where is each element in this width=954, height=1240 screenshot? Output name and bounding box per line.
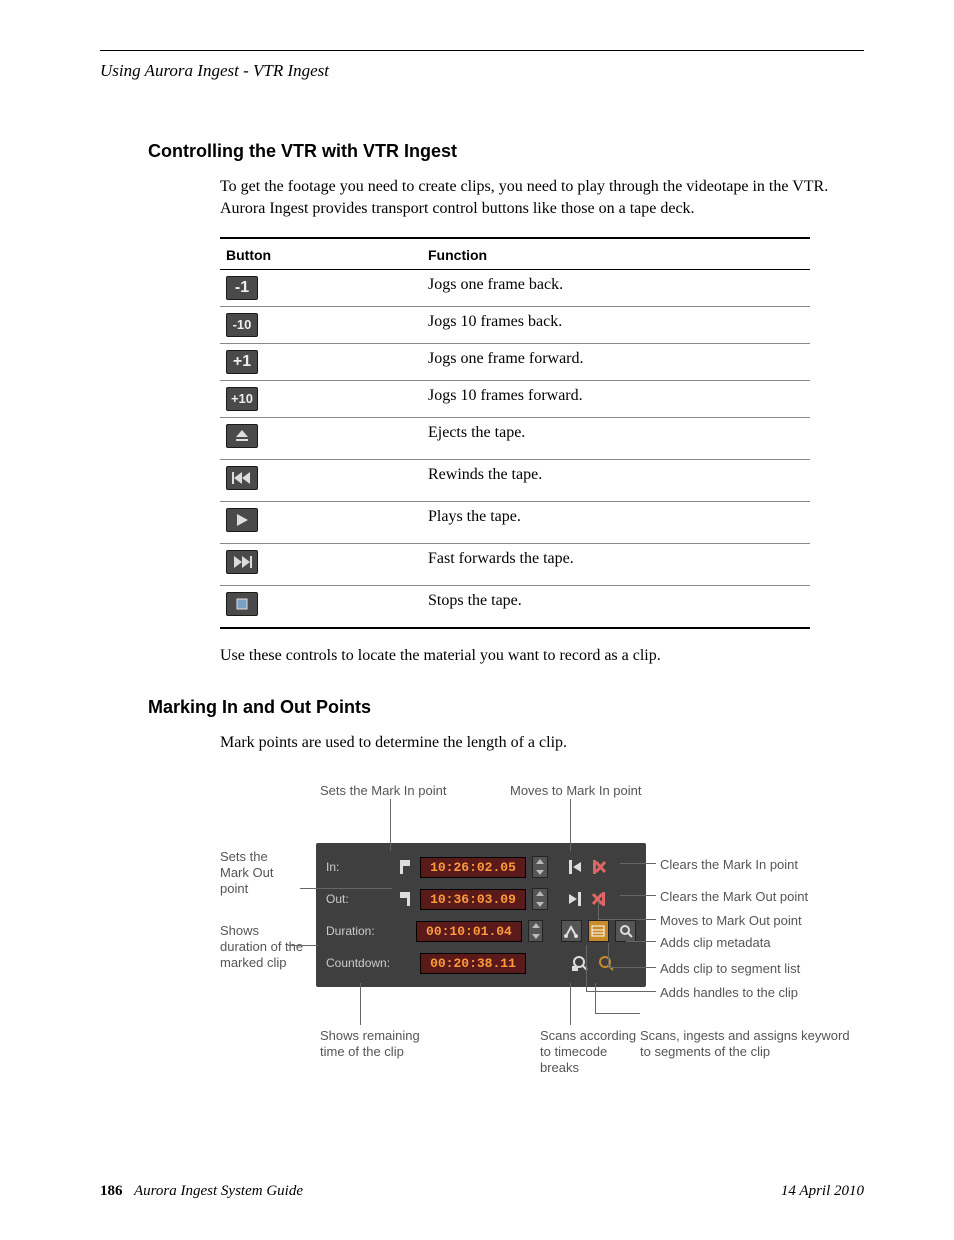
fn-jog-back-10: Jogs 10 frames back. (422, 307, 810, 344)
add-metadata-button[interactable] (615, 920, 636, 942)
footer-title: Aurora Ingest System Guide (134, 1183, 303, 1199)
countdown-timecode: 00:20:38.11 (420, 953, 526, 974)
callout-set-mark-out: Sets the Mark Out point (220, 849, 300, 896)
label-duration: Duration: (326, 924, 387, 938)
callout-move-mark-out: Moves to Mark Out point (660, 913, 802, 929)
section-heading-controlling: Controlling the VTR with VTR Ingest (100, 141, 864, 162)
fn-ff: Fast forwards the tape. (422, 544, 810, 586)
mark-panel: In: 10:26:02.05 Out: 10:36:03.09 Duratio… (316, 843, 646, 987)
fn-jog-back-1: Jogs one frame back. (422, 270, 810, 307)
th-function: Function (422, 238, 810, 270)
callout-clear-mark-out: Clears the Mark Out point (660, 889, 808, 905)
callout-set-mark-in: Sets the Mark In point (320, 783, 446, 799)
in-spinner[interactable] (532, 856, 548, 878)
fn-stop: Stops the tape. (422, 586, 810, 629)
rewind-button[interactable] (226, 466, 258, 490)
eject-button[interactable] (226, 424, 258, 448)
jog-back-10-button[interactable]: -10 (226, 313, 258, 337)
vtr-button-table: Button Function -1 Jogs one frame back. … (220, 237, 810, 629)
callout-handles: Adds handles to the clip (660, 985, 798, 1001)
add-segment-list-button[interactable] (588, 920, 609, 942)
section1-outro: Use these controls to locate the materia… (100, 645, 864, 667)
fn-jog-fwd-1: Jogs one frame forward. (422, 344, 810, 381)
th-button: Button (220, 238, 422, 270)
fn-eject: Ejects the tape. (422, 418, 810, 460)
goto-mark-out-icon[interactable] (566, 890, 584, 908)
jog-back-1-button[interactable]: -1 (226, 276, 258, 300)
mark-points-diagram: In: 10:26:02.05 Out: 10:36:03.09 Duratio… (220, 783, 850, 1103)
callout-clear-mark-in: Clears the Mark In point (660, 857, 798, 873)
callout-metadata: Adds clip metadata (660, 935, 771, 951)
callout-move-mark-in: Moves to Mark In point (510, 783, 642, 799)
label-out: Out: (326, 892, 390, 906)
goto-mark-in-icon[interactable] (566, 858, 584, 876)
mark-in-icon[interactable] (396, 858, 414, 876)
scan-keyword-button[interactable] (596, 953, 616, 973)
section-heading-marking: Marking In and Out Points (100, 697, 864, 718)
running-head: Using Aurora Ingest - VTR Ingest (100, 61, 864, 81)
fn-play: Plays the tape. (422, 502, 810, 544)
stop-button[interactable] (226, 592, 258, 616)
clear-mark-in-icon[interactable] (590, 858, 608, 876)
duration-timecode[interactable]: 00:10:01.04 (416, 921, 522, 942)
jog-fwd-1-button[interactable]: +1 (226, 350, 258, 374)
page-footer: 186 Aurora Ingest System Guide 14 April … (100, 1183, 864, 1200)
label-in: In: (326, 860, 390, 874)
duration-spinner[interactable] (528, 920, 543, 942)
footer-date: 14 April 2010 (781, 1183, 864, 1200)
scan-timecode-button[interactable] (570, 953, 590, 973)
fn-rewind: Rewinds the tape. (422, 460, 810, 502)
section2-intro: Mark points are used to determine the le… (100, 732, 864, 754)
play-button[interactable] (226, 508, 258, 532)
out-timecode[interactable]: 10:36:03.09 (420, 889, 526, 910)
page-number: 186 (100, 1183, 123, 1199)
callout-remaining: Shows remaining time of the clip (320, 1028, 440, 1059)
section1-intro: To get the footage you need to create cl… (100, 176, 864, 219)
callout-duration: Shows duration of the marked clip (220, 923, 305, 970)
callout-scan-tc: Scans according to timecode breaks (540, 1028, 640, 1075)
fast-forward-button[interactable] (226, 550, 258, 574)
in-timecode[interactable]: 10:26:02.05 (420, 857, 526, 878)
fn-jog-fwd-10: Jogs 10 frames forward. (422, 381, 810, 418)
callout-segment-list: Adds clip to segment list (660, 961, 800, 977)
clear-mark-out-icon[interactable] (590, 890, 608, 908)
add-handles-button[interactable] (561, 920, 582, 942)
label-countdown: Countdown: (326, 956, 390, 970)
mark-out-icon[interactable] (396, 890, 414, 908)
jog-fwd-10-button[interactable]: +10 (226, 387, 258, 411)
callout-scan-keyword: Scans, ingests and assigns keyword to se… (640, 1028, 850, 1059)
out-spinner[interactable] (532, 888, 548, 910)
